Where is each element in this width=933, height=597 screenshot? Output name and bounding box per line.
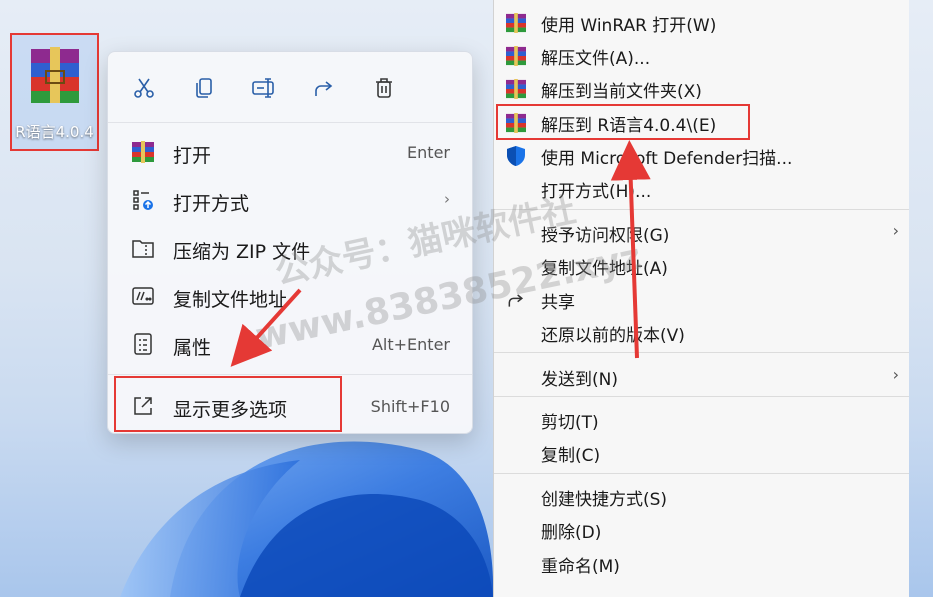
- share-icon: [315, 81, 333, 96]
- delete-button[interactable]: [370, 74, 398, 102]
- menu-item-label: 复制文件地址: [173, 289, 288, 311]
- winrar-icon: [130, 140, 156, 164]
- menu-item-label: 属性: [173, 337, 212, 359]
- menu-item-label: 使用 WinRAR 打开(W): [541, 16, 717, 36]
- highlight-box-show-more: [114, 376, 342, 432]
- separator: [494, 473, 909, 474]
- copy-path-icon: [130, 284, 156, 308]
- separator: [494, 352, 909, 353]
- winrar-icon: [505, 12, 527, 34]
- copy-icon: [196, 78, 212, 98]
- defender-shield-icon: [505, 145, 527, 167]
- menu-item-label: 删除(D): [541, 523, 602, 543]
- winrar-icon: [505, 78, 527, 100]
- highlight-box-extract-to: [496, 104, 750, 140]
- menu-item-extract-here[interactable]: 解压到当前文件夹(X): [494, 72, 909, 104]
- menu-item-label: 解压文件(A)...: [541, 49, 651, 69]
- menu-item-label: 复制(C): [541, 446, 601, 466]
- desktop: R语言4.0.4 打开 Enter 打开方式 › 压缩为 ZIP 文件 复制文件…: [0, 0, 933, 597]
- desktop-file-r-installer[interactable]: R语言4.0.4: [10, 33, 99, 151]
- trash-icon: [376, 78, 392, 98]
- menu-item-defender-scan[interactable]: 使用 Microsoft Defender扫描...: [494, 139, 909, 171]
- copy-button[interactable]: [190, 74, 218, 102]
- scissors-icon: [134, 78, 154, 98]
- menu-item-restore-versions[interactable]: 还原以前的版本(V): [494, 316, 909, 348]
- menu-item-label: 打开方式: [173, 193, 250, 215]
- share-button[interactable]: [310, 74, 338, 102]
- open-with-icon: [130, 188, 156, 212]
- menu-item-label: 打开: [173, 145, 212, 167]
- menu-item-open[interactable]: 打开 Enter: [108, 132, 472, 172]
- winrar-icon: [505, 45, 527, 67]
- menu-item-label: 剪切(T): [541, 413, 599, 433]
- separator: [108, 122, 472, 123]
- menu-item-shortcut: Enter: [407, 143, 450, 162]
- menu-item-shortcut: Shift+F10: [370, 397, 450, 416]
- menu-item-shortcut: Alt+Enter: [371, 335, 450, 354]
- rename-icon: [252, 78, 274, 98]
- menu-item-label: 创建快捷方式(S): [541, 490, 668, 510]
- zip-folder-icon: [130, 236, 156, 260]
- chevron-right-icon: ›: [892, 221, 899, 240]
- desktop-file-label: R语言4.0.4: [15, 123, 94, 141]
- menu-item-send-to[interactable]: 发送到(N) ›: [494, 360, 909, 392]
- menu-item-rename[interactable]: 重命名(M): [494, 547, 909, 579]
- menu-item-extract-files[interactable]: 解压文件(A)...: [494, 39, 909, 71]
- menu-item-label: 使用 Microsoft Defender扫描...: [541, 149, 793, 169]
- context-toolbar: [108, 52, 472, 122]
- menu-item-label: 还原以前的版本(V): [541, 326, 685, 346]
- winrar-archive-icon: [25, 45, 85, 109]
- menu-item-copy[interactable]: 复制(C): [494, 436, 909, 468]
- classic-context-menu: 使用 WinRAR 打开(W) 解压文件(A)... 解压到当前文件夹(X) 解…: [493, 0, 909, 597]
- menu-item-cut[interactable]: 剪切(T): [494, 403, 909, 435]
- properties-icon: [130, 332, 156, 356]
- menu-item-label: 发送到(N): [541, 370, 618, 390]
- menu-item-label: 解压到当前文件夹(X): [541, 82, 702, 102]
- rename-button[interactable]: [250, 74, 278, 102]
- menu-item-create-shortcut[interactable]: 创建快捷方式(S): [494, 480, 909, 512]
- chevron-right-icon: ›: [892, 365, 899, 384]
- separator: [494, 396, 909, 397]
- menu-item-label: 重命名(M): [541, 557, 620, 577]
- menu-item-delete[interactable]: 删除(D): [494, 513, 909, 545]
- chevron-right-icon: ›: [444, 190, 450, 208]
- cut-button[interactable]: [130, 74, 158, 102]
- menu-item-open-with-winrar[interactable]: 使用 WinRAR 打开(W): [494, 6, 909, 38]
- separator: [108, 374, 472, 375]
